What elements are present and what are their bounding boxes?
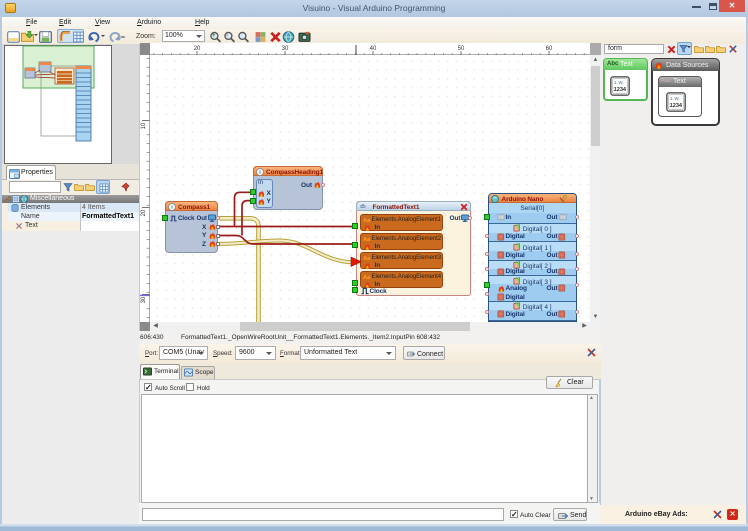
- svg-text:30: 30: [141, 296, 147, 303]
- svg-text:20: 20: [141, 209, 147, 216]
- svg-text:10: 10: [141, 122, 147, 129]
